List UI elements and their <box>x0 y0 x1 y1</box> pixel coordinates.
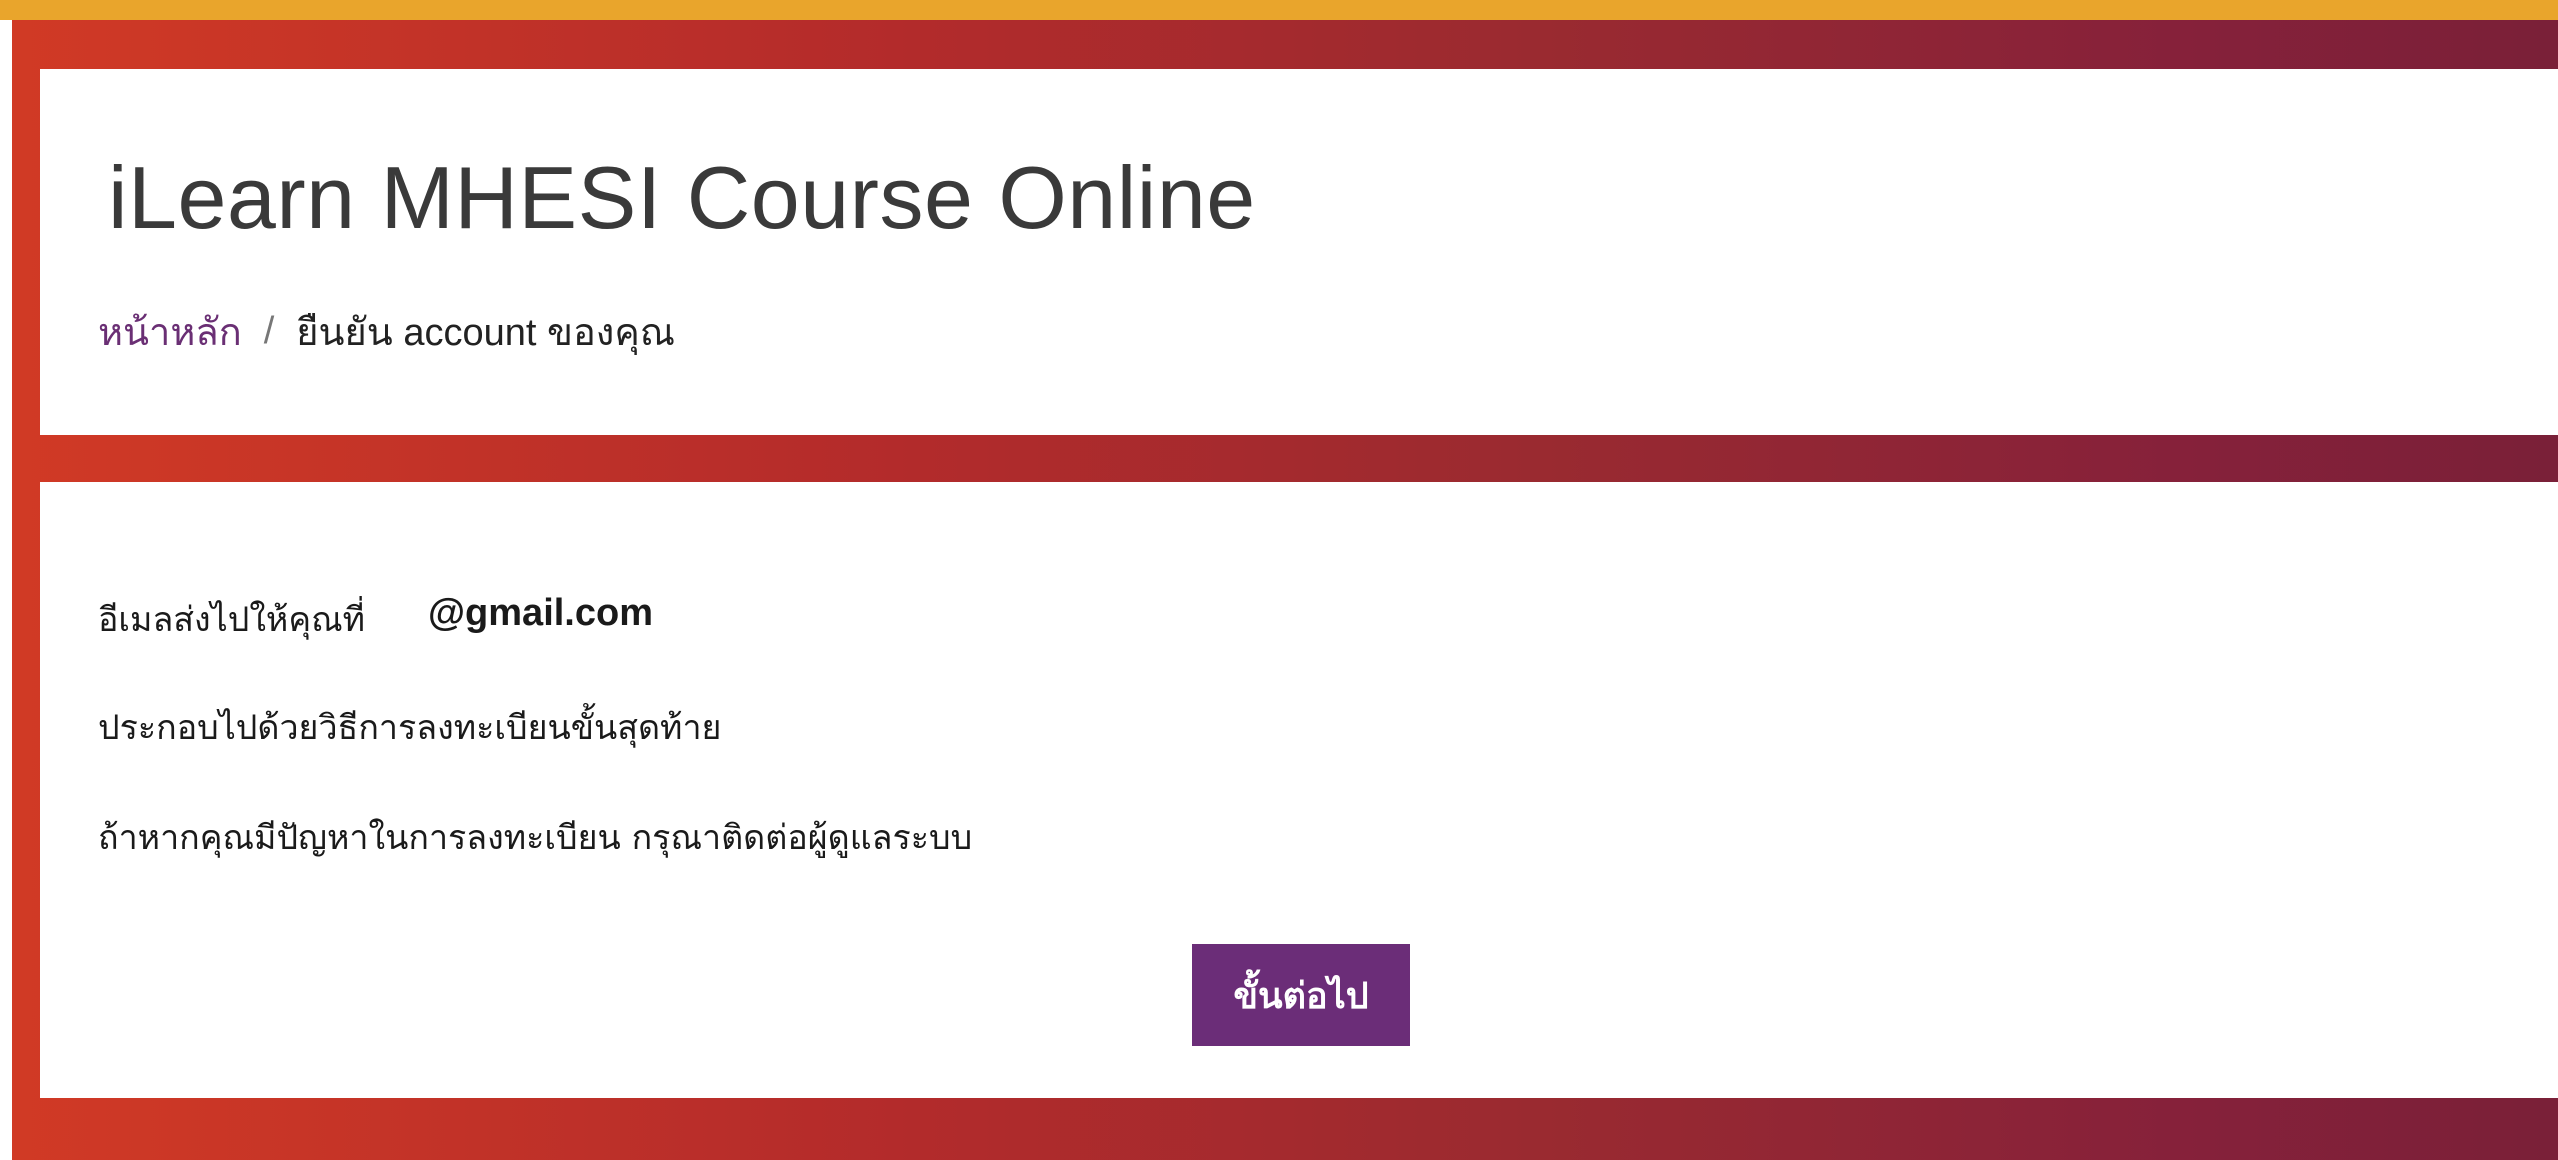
email-sent-row: อีเมลส่งไปให้คุณที่ @gmail.com <box>98 592 653 646</box>
left-edge <box>0 20 12 1160</box>
breadcrumb-home-link[interactable]: หน้าหลัก <box>98 301 242 362</box>
breadcrumb-separator: / <box>263 310 275 352</box>
main-content: อีเมลส่งไปให้คุณที่ @gmail.com ประกอบไปด… <box>40 482 2558 1098</box>
breadcrumb: หน้าหลัก / ยืนยัน account ของคุณ <box>98 301 675 362</box>
email-sent-label: อีเมลส่งไปให้คุณที่ <box>98 600 366 640</box>
instructions-text: ประกอบไปด้วยวิธีการลงทะเบียนขั้นสุดท้าย <box>98 708 722 748</box>
page-background: iLearn MHESI Course Online หน้าหลัก / ยื… <box>0 0 2558 1160</box>
email-address: @gmail.com <box>428 592 653 634</box>
breadcrumb-current: ยืนยัน account ของคุณ <box>296 312 676 354</box>
page-title: iLearn MHESI Course Online <box>108 148 1256 247</box>
next-step-button[interactable]: ขั้นต่อไป <box>1192 944 1410 1046</box>
page-header: iLearn MHESI Course Online หน้าหลัก / ยื… <box>40 69 2558 435</box>
contact-admin-text: ถ้าหากคุณมีปัญหาในการลงทะเบียน กรุณาติดต… <box>98 818 973 858</box>
